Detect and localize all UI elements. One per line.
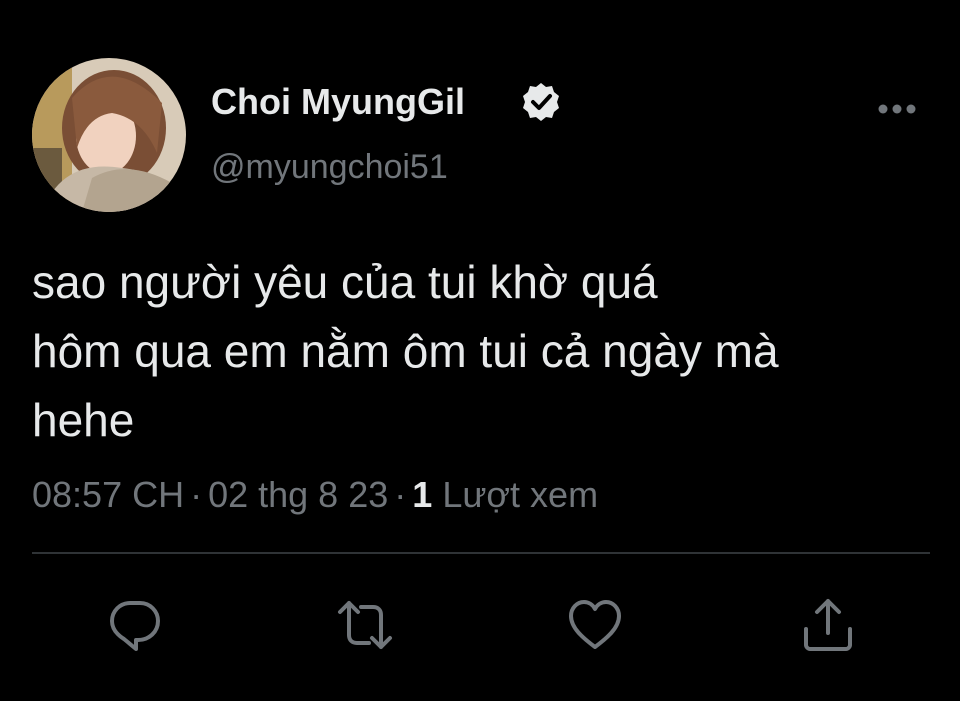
views-label: Lượt xem	[442, 474, 599, 515]
tweet-text-line: sao người yêu của tui khờ quá	[32, 256, 658, 308]
divider	[32, 552, 930, 554]
retweet-button[interactable]	[335, 595, 395, 655]
meta-separator: ·	[394, 474, 407, 515]
author-handle[interactable]: @myungchoi51	[211, 146, 448, 188]
share-button[interactable]	[798, 595, 858, 655]
verified-badge-icon	[520, 81, 562, 123]
author-avatar[interactable]	[32, 58, 186, 212]
tweet-date[interactable]: 02 thg 8 23	[208, 474, 388, 515]
reply-icon	[110, 601, 160, 651]
meta-separator: ·	[190, 474, 203, 515]
views-count: 1	[412, 474, 433, 515]
reply-button[interactable]	[105, 595, 165, 655]
retweet-icon	[338, 601, 392, 649]
avatar-image	[32, 58, 186, 212]
author-display-name[interactable]: Choi MyungGil	[211, 80, 465, 124]
tweet-time[interactable]: 08:57 CH	[32, 474, 184, 515]
tweet-text-line: hôm qua em nằm ôm tui cả ngày mà	[32, 325, 779, 377]
more-options-icon[interactable]	[874, 94, 920, 124]
tweet-meta: 08:57 CH · 02 thg 8 23 · 1 Lượt xem	[32, 473, 598, 517]
tweet-text-line: hehe	[32, 394, 135, 446]
tweet-text: sao người yêu của tui khờ quá hôm qua em…	[32, 248, 942, 455]
share-icon	[804, 599, 852, 651]
like-button[interactable]	[565, 595, 625, 655]
like-icon	[569, 600, 621, 649]
